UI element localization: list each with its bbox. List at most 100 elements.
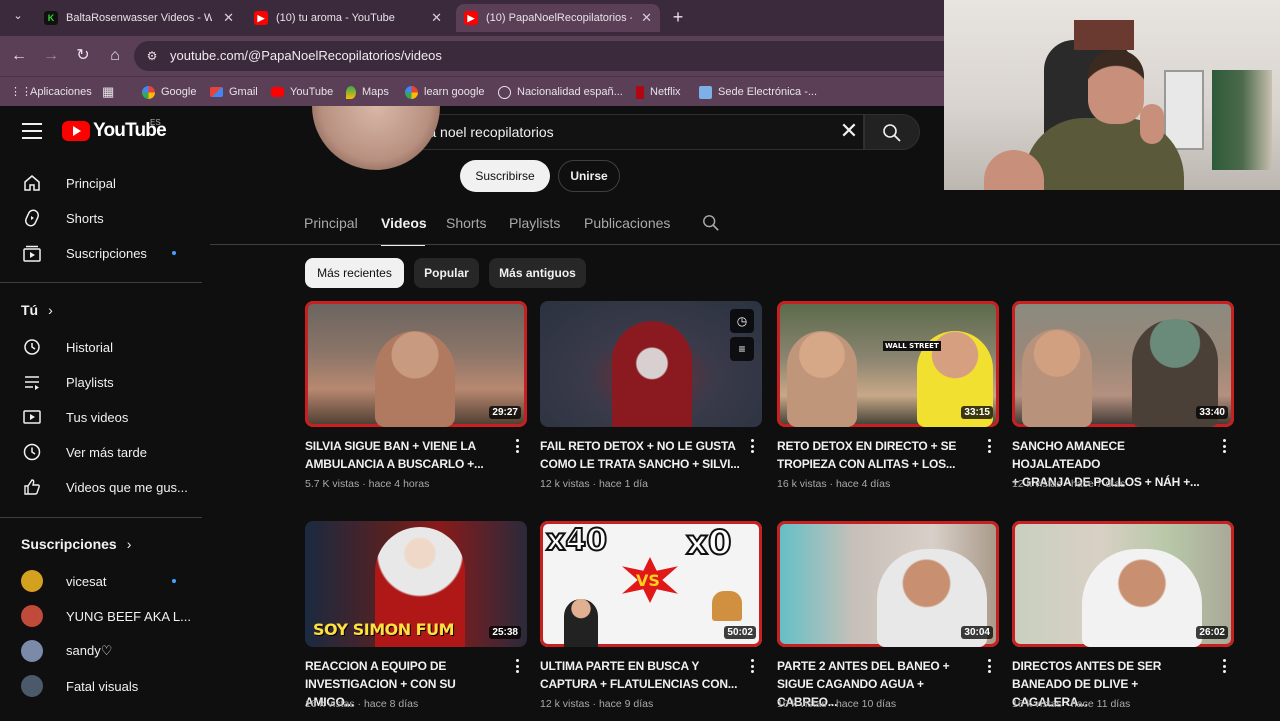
- bookmark-gmail[interactable]: Gmail: [210, 83, 258, 101]
- browser-tab-papanoel[interactable]: ▶ (10) PapaNoelRecopilatorios - Y ✕: [456, 4, 660, 32]
- your-videos-icon: [20, 405, 44, 429]
- add-to-queue-icon[interactable]: ≡: [730, 337, 754, 361]
- tab-title: (10) PapaNoelRecopilatorios - Y: [486, 12, 632, 24]
- new-tab-plus-icon[interactable]: +: [668, 7, 688, 27]
- tab-principal[interactable]: Principal: [304, 215, 358, 231]
- bookmark-label: Nacionalidad españ...: [517, 86, 623, 98]
- video-thumbnail[interactable]: x40 x0 VS 50:02: [540, 521, 762, 647]
- tab-videos[interactable]: Videos: [381, 215, 427, 231]
- more-options-icon[interactable]: [1223, 659, 1229, 675]
- subscription-sandy[interactable]: sandy♡: [12, 634, 200, 668]
- bookmark-youtube[interactable]: YouTube: [271, 83, 333, 101]
- browser-tab-tu-aroma[interactable]: ▶ (10) tu aroma - YouTube ✕: [246, 4, 450, 32]
- tab-publicaciones[interactable]: Publicaciones: [584, 215, 670, 231]
- more-options-icon[interactable]: [516, 659, 522, 675]
- tab-search-chevron-icon[interactable]: ⌄: [8, 9, 28, 27]
- video-title[interactable]: RETO DETOX EN DIRECTO + SE TROPIEZA CON A…: [777, 437, 977, 473]
- video-card[interactable]: 33:40 SANCHO AMANECE HOJALATEADO + GRANJA…: [1012, 301, 1234, 501]
- video-card[interactable]: 30:04 PARTE 2 ANTES DEL BANEO + SIGUE CAG…: [777, 521, 999, 721]
- channel-avatar[interactable]: [312, 106, 440, 170]
- clear-search-icon[interactable]: ✕: [838, 120, 860, 142]
- site-settings-icon[interactable]: ⚙: [144, 48, 160, 64]
- video-title[interactable]: FAIL RETO DETOX + NO LE GUSTA COMO LE TRA…: [540, 437, 740, 473]
- video-title[interactable]: SILVIA SIGUE BAN + VIENE LA AMBULANCIA A …: [305, 437, 505, 473]
- video-thumbnail[interactable]: ◷ ≡: [540, 301, 762, 427]
- more-options-icon[interactable]: [988, 659, 994, 675]
- watch-later-icon[interactable]: ◷: [730, 309, 754, 333]
- video-thumbnail[interactable]: 26:02: [1012, 521, 1234, 647]
- bookmark-google[interactable]: Google: [142, 83, 196, 101]
- subscription-fatal-visuals[interactable]: Fatal visuals: [12, 669, 200, 703]
- video-thumbnail[interactable]: 33:40: [1012, 301, 1234, 427]
- tab-playlists[interactable]: Playlists: [509, 215, 560, 231]
- subscription-yung-beef[interactable]: YUNG BEEF AKA L...: [12, 599, 200, 633]
- sidebar-item-historial[interactable]: Historial: [12, 330, 200, 364]
- video-thumbnail[interactable]: WALL STREET 33:15: [777, 301, 999, 427]
- more-options-icon[interactable]: [1223, 439, 1229, 455]
- join-button[interactable]: Unirse: [558, 160, 620, 192]
- video-title[interactable]: ULTIMA PARTE EN BUSCA Y CAPTURA + FLATULE…: [540, 657, 740, 693]
- youtube-logo[interactable]: YouTube ES: [62, 118, 167, 142]
- history-icon: [20, 335, 44, 359]
- bookmark-sede[interactable]: Sede Electrónica -...: [699, 83, 817, 101]
- tab-shorts[interactable]: Shorts: [446, 215, 486, 231]
- video-card[interactable]: x40 x0 VS 50:02 ULTIMA PARTE EN BUSCA YC…: [540, 521, 762, 721]
- sidebar-item-principal[interactable]: Principal: [12, 166, 200, 200]
- close-tab-icon[interactable]: ✕: [425, 10, 442, 26]
- address-bar[interactable]: ⚙ youtube.com/@PapaNoelRecopilatorios/vi…: [134, 41, 944, 71]
- more-options-icon[interactable]: [516, 439, 522, 455]
- person-hand: [1140, 104, 1164, 144]
- region-code: ES: [150, 118, 161, 127]
- more-options-icon[interactable]: [751, 659, 757, 675]
- bookmark-netflix[interactable]: Netflix: [636, 83, 681, 101]
- close-tab-icon[interactable]: ✕: [635, 10, 652, 26]
- bookmark-maps[interactable]: Maps: [346, 83, 389, 101]
- sidebar-item-playlists[interactable]: Playlists: [12, 365, 200, 399]
- video-thumbnail[interactable]: 30:04: [777, 521, 999, 647]
- forward-arrow-icon[interactable]: →: [40, 46, 62, 66]
- video-thumbnail[interactable]: 29:27: [305, 301, 527, 427]
- sidebar: Principal Shorts Suscripciones Tú › Histo…: [0, 162, 210, 720]
- video-card[interactable]: WALL STREET 33:15 RETO DETOX EN DIRECTO …: [777, 301, 999, 501]
- sidebar-item-liked-videos[interactable]: Videos que me gus...: [12, 470, 200, 504]
- like-icon: [20, 475, 44, 499]
- more-options-icon[interactable]: [751, 439, 757, 455]
- reload-icon[interactable]: ↻: [72, 46, 94, 66]
- close-tab-icon[interactable]: ✕: [217, 10, 234, 26]
- back-arrow-icon[interactable]: ←: [8, 46, 30, 66]
- bookmark-apps[interactable]: ⋮⋮ Aplicaciones: [10, 83, 92, 101]
- video-meta: 16 k vistas · hace 8 días: [305, 698, 419, 710]
- sidebar-item-tus-videos[interactable]: Tus videos: [12, 400, 200, 434]
- sidebar-item-ver-mas-tarde[interactable]: Ver más tarde: [12, 435, 200, 469]
- subscription-vicesat[interactable]: vicesat: [12, 564, 200, 598]
- subscribe-button[interactable]: Suscribirse: [460, 160, 550, 192]
- video-card[interactable]: SOY SIMON FUM 25:38 REACCION A EQUIPO DE…: [305, 521, 527, 721]
- search-button[interactable]: [864, 114, 920, 150]
- search-input[interactable]: papa noel recopilatorios: [390, 114, 864, 150]
- bookmark-nacionalidad[interactable]: Nacionalidad españ...: [498, 83, 623, 101]
- chip-mas-recientes[interactable]: Más recientes: [305, 258, 404, 288]
- bookmark-learn-google[interactable]: learn google: [405, 83, 485, 101]
- sidebar-item-shorts[interactable]: Shorts: [12, 201, 200, 235]
- avatar: [20, 569, 44, 593]
- sidebar-subscriptions-heading[interactable]: Suscripciones ›: [21, 536, 131, 552]
- more-options-icon[interactable]: [988, 439, 994, 455]
- chip-mas-antiguos[interactable]: Más antiguos: [489, 258, 586, 288]
- youtube-page: YouTube ES papa noel recopilatorios ✕ Pr…: [0, 106, 1280, 720]
- video-card[interactable]: ◷ ≡ FAIL RETO DETOX + NO LE GUSTA COMO LE…: [540, 301, 762, 501]
- url-text: youtube.com/@PapaNoelRecopilatorios/vide…: [170, 48, 442, 63]
- sidebar-you-heading[interactable]: Tú ›: [21, 302, 53, 318]
- browser-tab-baltarosenwasser[interactable]: K BaltaRosenwasser Videos - Wat ✕: [36, 4, 242, 32]
- channel-search-icon[interactable]: [702, 214, 720, 235]
- grid-icon[interactable]: ▦: [102, 83, 114, 101]
- maps-icon: [346, 85, 356, 99]
- home-icon[interactable]: ⌂: [104, 46, 126, 66]
- apps-icon: ⋮⋮: [10, 85, 32, 98]
- video-card[interactable]: 29:27 SILVIA SIGUE BAN + VIENE LA AMBULAN…: [305, 301, 527, 501]
- chip-popular[interactable]: Popular: [414, 258, 479, 288]
- video-meta: 12 k vistas · hace 9 días: [540, 698, 654, 710]
- video-card[interactable]: 26:02 DIRECTOS ANTES DE SER BANEADO DE DL…: [1012, 521, 1234, 721]
- sidebar-item-suscripciones[interactable]: Suscripciones: [12, 236, 200, 270]
- hamburger-menu-icon[interactable]: [22, 123, 42, 139]
- video-thumbnail[interactable]: SOY SIMON FUM 25:38: [305, 521, 527, 647]
